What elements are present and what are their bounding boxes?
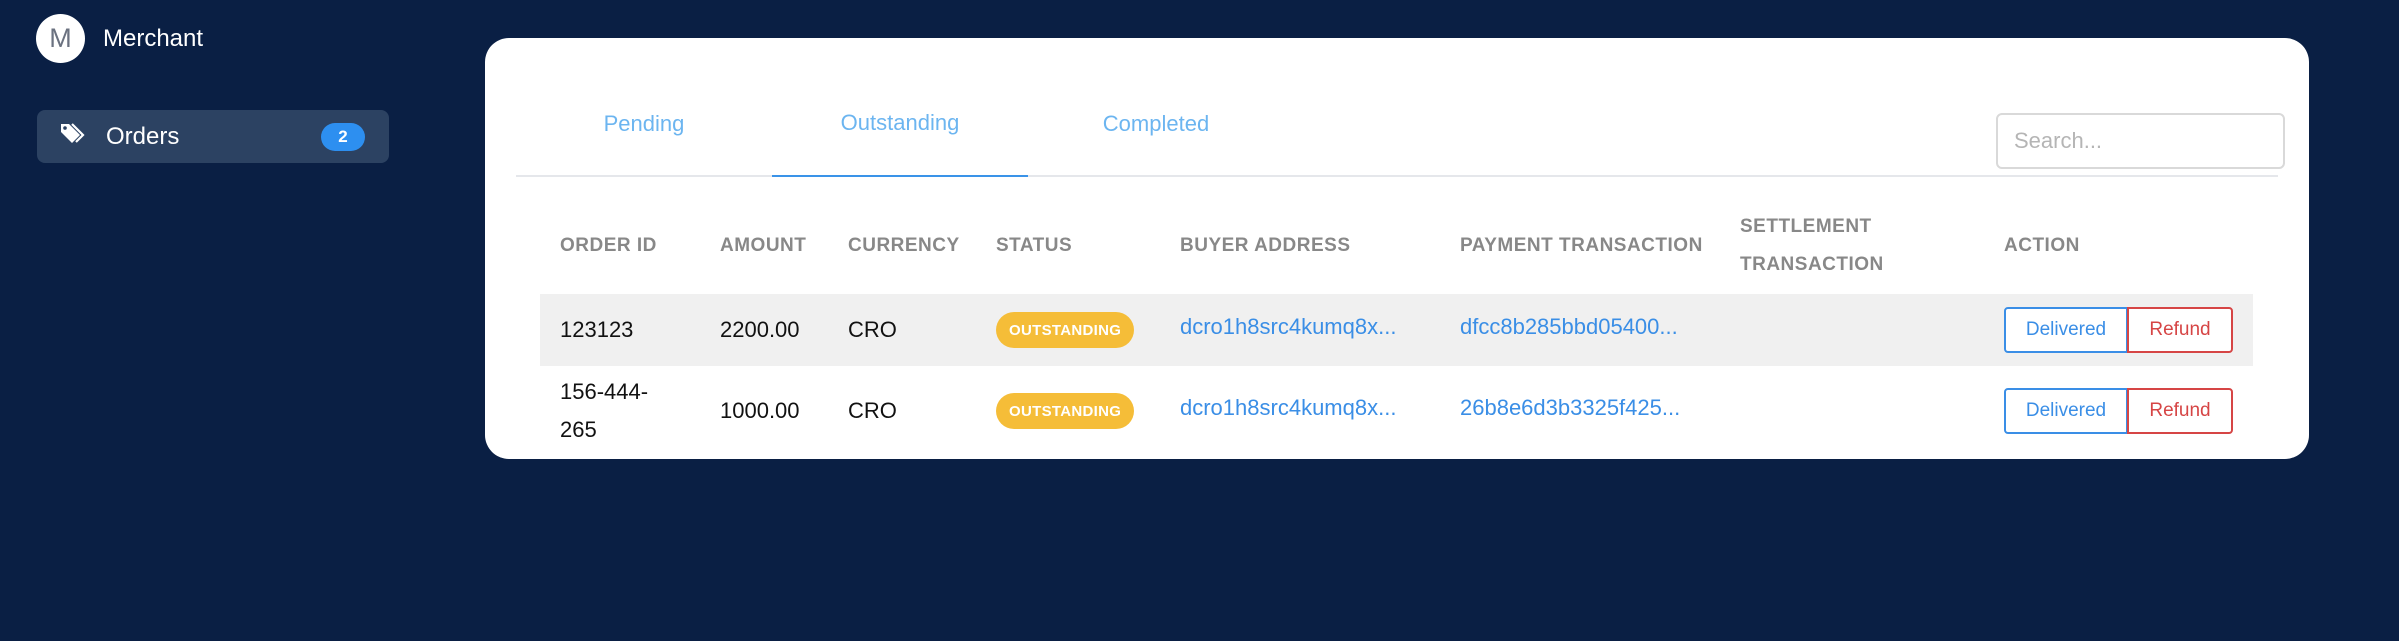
payment-transaction-link[interactable]: dfcc8b285bbd05400...	[1460, 314, 1678, 340]
order-id-cell: 156-444-265	[560, 379, 649, 442]
column-header-buyer-address: BUYER ADDRESS	[1180, 235, 1351, 256]
buyer-address-link[interactable]: dcro1h8src4kumq8x...	[1180, 395, 1396, 421]
column-header-currency: CURRENCY	[848, 235, 960, 256]
order-tabs: Pending Outstanding Completed	[516, 76, 2285, 177]
currency-cell: CRO	[848, 398, 897, 423]
refund-button[interactable]: Refund	[2127, 388, 2233, 434]
status-badge: OUTSTANDING	[996, 312, 1135, 348]
tab-outstanding[interactable]: Outstanding	[772, 76, 1028, 177]
amount-cell: 2200.00	[720, 317, 800, 342]
column-header-order-id: ORDER ID	[560, 235, 657, 256]
tab-pending[interactable]: Pending	[516, 76, 772, 177]
delivered-button[interactable]: Delivered	[2004, 388, 2128, 434]
table-header: ORDER ID AMOUNT CURRENCY STATUS BUYER AD…	[540, 198, 2253, 294]
buyer-address-link[interactable]: dcro1h8src4kumq8x...	[1180, 314, 1396, 340]
avatar[interactable]: M	[36, 14, 85, 63]
column-header-action: ACTION	[2004, 235, 2080, 256]
status-cell: OUTSTANDING	[996, 366, 1135, 456]
payment-transaction-cell: 26b8e6d3b3325f425...	[1460, 363, 1680, 453]
currency-cell: CRO	[848, 317, 897, 342]
column-header-payment-transaction: PAYMENT TRANSACTION	[1460, 235, 1703, 256]
refund-button[interactable]: Refund	[2127, 307, 2233, 353]
orders-count-badge: 2	[321, 122, 365, 151]
search-input[interactable]	[1996, 113, 2285, 169]
merchant-brand: M Merchant	[36, 14, 203, 63]
sidebar-item-orders[interactable]: Orders 2	[37, 110, 389, 163]
column-header-status: STATUS	[996, 235, 1073, 256]
action-button-group: Delivered Refund	[2004, 307, 2233, 353]
orders-card: Pending Outstanding Completed ORDER ID A…	[485, 38, 2309, 459]
status-cell: OUTSTANDING	[996, 294, 1135, 366]
tab-completed[interactable]: Completed	[1028, 76, 1284, 177]
column-header-settlement-transaction: SETTLEMENT TRANSACTION	[1740, 216, 1884, 275]
app-root: M Merchant Orders 2 Pending Outstanding …	[0, 0, 2399, 641]
action-cell: Delivered Refund	[2004, 366, 2233, 456]
table-row: 156-444-265 1000.00 CRO OUTSTANDING dcro…	[540, 366, 2253, 456]
payment-transaction-cell: dfcc8b285bbd05400...	[1460, 291, 1678, 363]
action-button-group: Delivered Refund	[2004, 388, 2233, 434]
merchant-name: Merchant	[103, 24, 204, 52]
order-id-cell: 123123	[560, 317, 634, 342]
buyer-address-cell: dcro1h8src4kumq8x...	[1180, 291, 1396, 363]
column-header-amount: AMOUNT	[720, 235, 807, 256]
buyer-address-cell: dcro1h8src4kumq8x...	[1180, 363, 1396, 453]
action-cell: Delivered Refund	[2004, 294, 2233, 366]
orders-table: ORDER ID AMOUNT CURRENCY STATUS BUYER AD…	[540, 198, 2253, 456]
table-row: 123123 2200.00 CRO OUTSTANDING dcro1h8sr…	[540, 294, 2253, 366]
status-badge: OUTSTANDING	[996, 393, 1135, 429]
sidebar-item-label: Orders	[106, 122, 180, 150]
payment-transaction-link[interactable]: 26b8e6d3b3325f425...	[1460, 395, 1680, 421]
tags-icon	[59, 121, 89, 152]
delivered-button[interactable]: Delivered	[2004, 307, 2128, 353]
amount-cell: 1000.00	[720, 398, 800, 423]
